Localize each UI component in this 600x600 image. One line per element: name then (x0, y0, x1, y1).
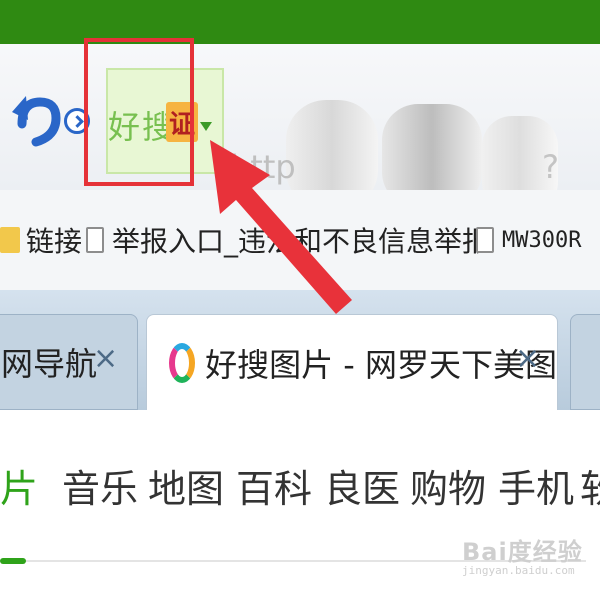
bookmark-item[interactable]: MW300R (476, 218, 581, 262)
nav-item[interactable]: 百科 (236, 458, 312, 513)
nav-item[interactable]: 地图 (148, 458, 224, 513)
bookmarks-bar: 链接 举报入口_违法和不良信息举报中心 MW300R (0, 190, 600, 291)
nav-item[interactable]: 软 (580, 458, 600, 513)
back-arrow-icon (12, 96, 61, 147)
nav-item[interactable]: 音乐 (62, 458, 138, 513)
nav-item[interactable]: 购物 (410, 458, 486, 513)
bookmark-item[interactable]: 链接 (0, 218, 82, 262)
page-icon (86, 227, 104, 253)
haosou-logo-icon (169, 342, 196, 383)
close-icon[interactable]: × (93, 341, 118, 376)
watermark: Bai度经验 jingyan.baidu.com (462, 532, 592, 582)
watermark-logo: Bai度经验 (462, 538, 583, 566)
tab-title: 网导航 (1, 345, 98, 383)
nav-item-active[interactable]: 片 (0, 458, 38, 513)
bookmark-label: 举报入口_违法和不良信息举报中心 (112, 225, 482, 258)
folder-icon (0, 227, 20, 253)
watermark-url: jingyan.baidu.com (462, 564, 575, 577)
tab-bar: 网导航 × 好搜图片 - 网罗天下美图 × (0, 290, 600, 410)
tab-partial[interactable] (570, 314, 600, 410)
chevron-down-icon[interactable] (200, 122, 212, 131)
tab-active[interactable]: 好搜图片 - 网罗天下美图 × (146, 314, 558, 410)
url-prefix: http (230, 148, 296, 186)
bookmark-label: 链接 (26, 225, 83, 258)
annotation-highlight-box (84, 38, 194, 186)
tab-navigation[interactable]: 网导航 × (0, 314, 138, 410)
nav-item[interactable]: 手机 (498, 458, 574, 513)
back-button[interactable] (10, 72, 62, 168)
page-icon (476, 227, 494, 253)
tab-title: 好搜图片 - 网罗天下美图 (205, 345, 557, 384)
close-icon[interactable]: × (515, 341, 540, 376)
nav-item[interactable]: 良医 (324, 458, 400, 513)
address-input[interactable]: http ?&sr (226, 100, 600, 224)
bookmark-label: MW300R (502, 227, 582, 253)
bookmark-item[interactable]: 举报入口_违法和不良信息举报中心 (86, 218, 482, 262)
active-tab-indicator (0, 558, 26, 564)
